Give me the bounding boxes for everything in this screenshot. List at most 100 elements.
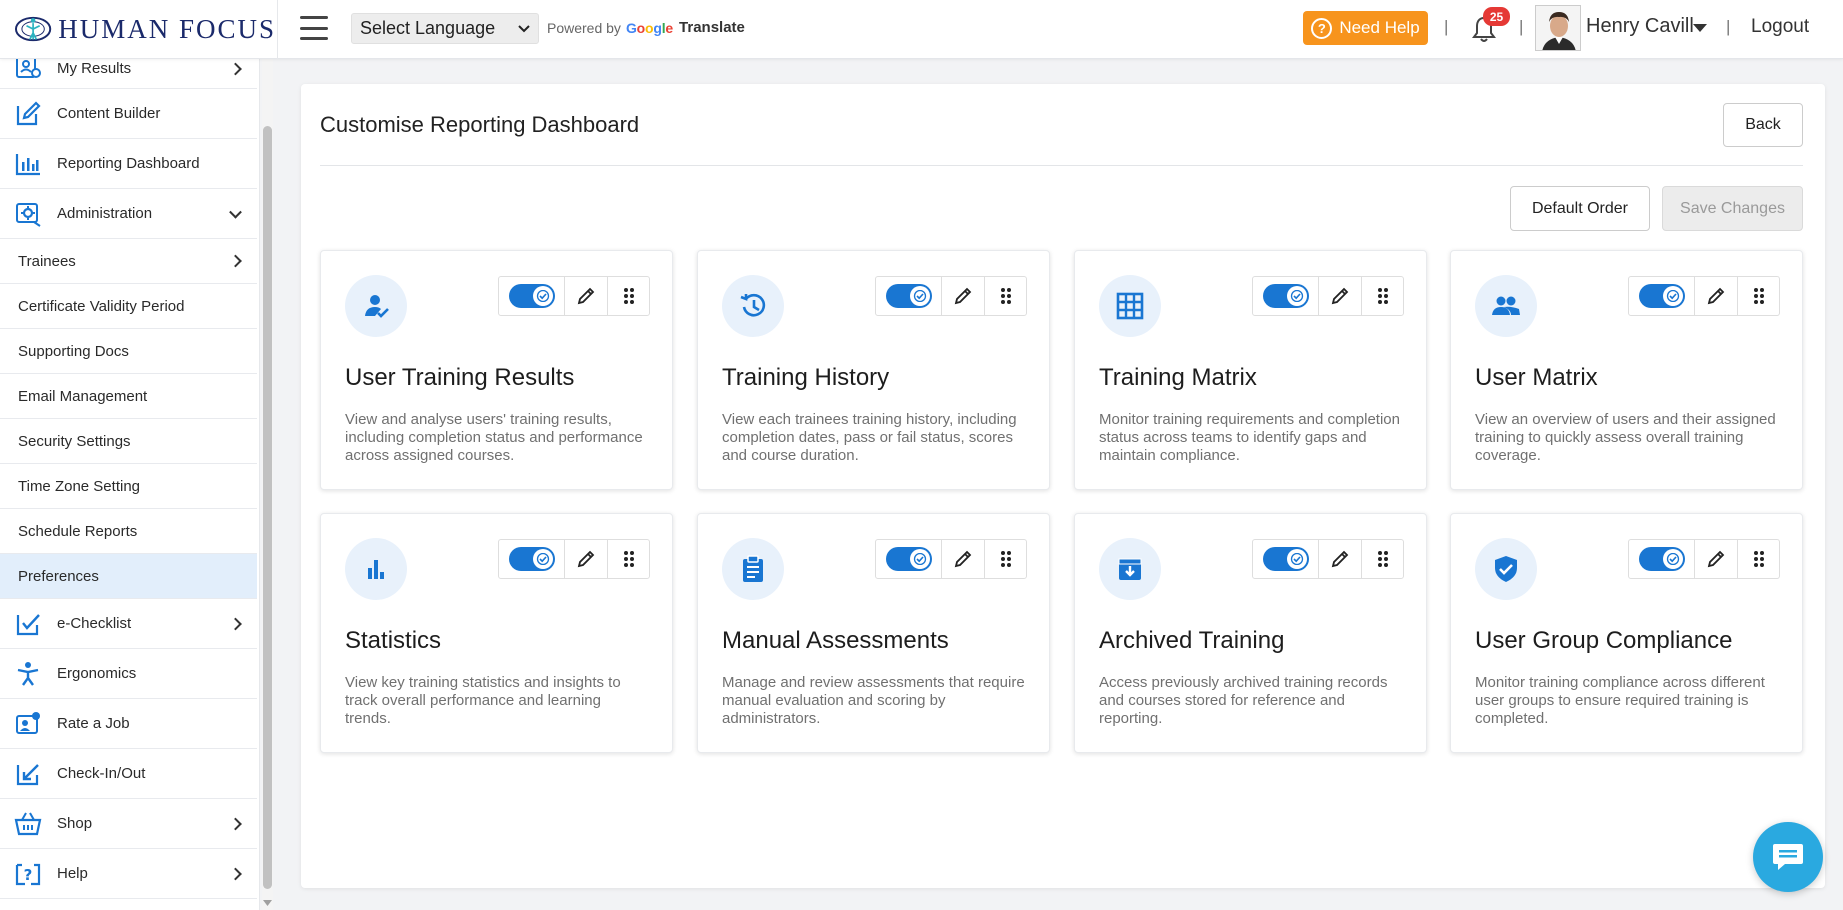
user-name[interactable]: Henry Cavill [1586,15,1694,38]
drag-dots-icon [1000,288,1011,304]
back-button[interactable]: Back [1723,103,1803,147]
card-title: Statistics [345,627,442,654]
visibility-toggle[interactable] [1253,540,1319,578]
sidebar-item-check-in-out[interactable]: Check-In/Out [0,749,257,799]
visibility-toggle[interactable] [1629,540,1695,578]
top-bar: HUMAN FOCUS Select Language Powered by G… [0,0,1843,59]
sidebar-item-label: Help [57,865,88,882]
language-select[interactable]: Select Language [351,13,539,44]
drag-handle[interactable] [608,540,649,578]
visibility-toggle[interactable] [499,540,565,578]
bar-chart-icon [15,153,40,175]
default-order-button[interactable]: Default Order [1510,186,1650,231]
edit-card-button[interactable] [1319,540,1362,578]
user-check-icon [365,295,389,318]
pencil-icon [954,550,972,568]
sidebar-item-certificate-validity-period[interactable]: Certificate Validity Period [0,284,257,329]
visibility-toggle[interactable] [1253,277,1319,315]
sidebar-item-content-builder[interactable]: Content Builder [0,89,257,139]
toggle-switch[interactable] [1638,547,1685,571]
sidebar-item-preferences[interactable]: Preferences [0,554,257,599]
save-changes-button[interactable]: Save Changes [1662,186,1803,231]
sidebar-item-shop[interactable]: Shop [0,799,257,849]
visibility-toggle[interactable] [1629,277,1695,315]
stats-bar-icon [368,560,384,579]
drag-handle[interactable] [1738,277,1779,315]
card-toolbar [1628,539,1780,579]
sidebar-item-rate-a-job[interactable]: Rate a Job [0,699,257,749]
sidebar-item-label: e-Checklist [57,615,132,632]
sidebar-item-help[interactable]: ? Help [0,849,257,899]
chevron-right-icon [229,817,242,830]
sidebar-item-reporting-dashboard[interactable]: Reporting Dashboard [0,139,257,189]
edit-card-button[interactable] [1319,277,1362,315]
chat-button[interactable] [1753,822,1823,892]
card-icon-wrap [345,275,407,337]
visibility-toggle[interactable] [876,540,942,578]
report-card: Statistics View key training statistics … [320,513,673,753]
card-description: Manage and review assessments that requi… [722,674,1025,727]
edit-card-button[interactable] [1695,540,1738,578]
edit-card-button[interactable] [942,540,985,578]
sidebar: My Results Content Builder Reporting Das… [0,59,260,910]
toggle-switch[interactable] [885,547,932,571]
card-icon-wrap [722,275,784,337]
edit-card-button[interactable] [565,277,608,315]
drag-dots-icon [1753,551,1764,567]
card-title: User Matrix [1475,364,1598,391]
toggle-switch[interactable] [508,284,555,308]
card-toolbar [1628,276,1780,316]
sidebar-item-e-checklist[interactable]: e-Checklist [0,599,257,649]
need-help-button[interactable]: ? Need Help [1303,11,1428,45]
avatar[interactable] [1535,5,1581,51]
edit-card-button[interactable] [565,540,608,578]
sidebar-scrollbar-thumb[interactable] [263,126,272,889]
menu-toggle-icon[interactable] [300,16,328,40]
drag-handle[interactable] [1362,277,1403,315]
pencil-icon [1707,550,1725,568]
toggle-switch[interactable] [1638,284,1685,308]
visibility-toggle[interactable] [876,277,942,315]
drag-handle[interactable] [985,277,1026,315]
sidebar-item-label: Time Zone Setting [18,477,140,495]
drag-handle[interactable] [1362,540,1403,578]
drag-handle[interactable] [608,277,649,315]
sidebar-item-label: Shop [57,815,93,832]
visibility-toggle[interactable] [499,277,565,315]
card-description: View key training statistics and insight… [345,674,621,727]
drag-dots-icon [1377,551,1388,567]
sidebar-item-label: Trainees [18,252,76,270]
separator: | [1519,17,1524,36]
sidebar-item-my-results[interactable]: My Results [0,59,257,89]
scroll-down-arrow-icon[interactable] [262,898,273,908]
sidebar-item-label: Preferences [18,567,99,585]
pencil-icon [1331,550,1349,568]
drag-dots-icon [1377,288,1388,304]
sidebar-item-email-management[interactable]: Email Management [0,374,257,419]
toggle-switch[interactable] [1262,547,1309,571]
edit-card-button[interactable] [942,277,985,315]
sidebar-item-security-settings[interactable]: Security Settings [0,419,257,464]
sidebar-item-supporting-docs[interactable]: Supporting Docs [0,329,257,374]
toggle-check-icon [1662,549,1683,569]
logout-link[interactable]: Logout [1751,16,1809,38]
sidebar-item-label: Check-In/Out [57,765,146,782]
drag-handle[interactable] [985,540,1026,578]
sidebar-item-administration[interactable]: Administration [0,189,257,239]
sidebar-item-schedule-reports[interactable]: Schedule Reports [0,509,257,554]
sidebar-item-ergonomics[interactable]: Ergonomics [0,649,257,699]
brand-name: HUMAN FOCUS [58,13,276,44]
edit-card-button[interactable] [1695,277,1738,315]
clipboard-icon [743,555,763,582]
archive-icon [1118,558,1142,580]
google-logo[interactable]: Google [626,20,673,36]
toggle-switch[interactable] [1262,284,1309,308]
toggle-switch[interactable] [885,284,932,308]
sidebar-item-time-zone-setting[interactable]: Time Zone Setting [0,464,257,509]
user-menu-caret-icon[interactable] [1693,24,1707,32]
drag-handle[interactable] [1738,540,1779,578]
sidebar-item-trainees[interactable]: Trainees [0,239,257,284]
toggle-switch[interactable] [508,547,555,571]
sidebar-item-label: Administration [57,205,153,222]
human-focus-logo[interactable]: HUMAN FOCUS [14,8,276,50]
